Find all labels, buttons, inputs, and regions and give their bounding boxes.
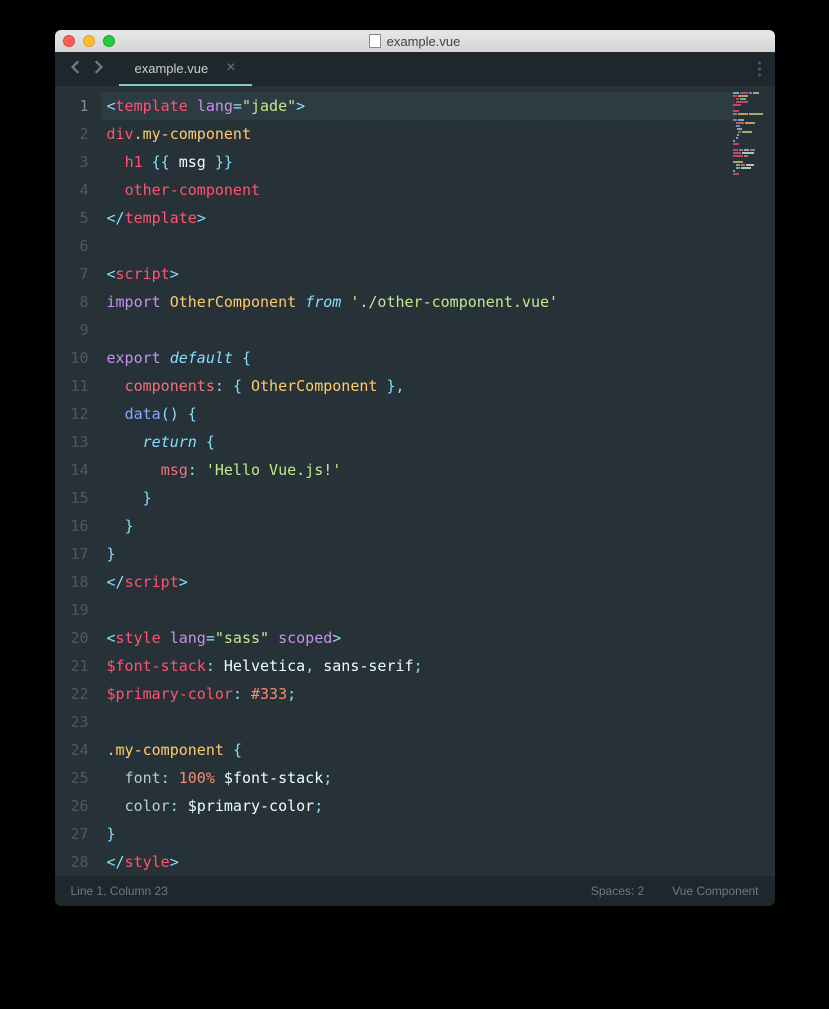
file-icon (369, 34, 381, 48)
line-number: 21 (55, 652, 101, 680)
code-content[interactable]: <template lang="jade">div.my-component h… (101, 86, 775, 876)
code-line[interactable]: } (107, 512, 775, 540)
tab-bar: example.vue × (55, 52, 775, 86)
code-line[interactable]: color: $primary-color; (107, 792, 775, 820)
code-line[interactable]: .my-component { (107, 736, 775, 764)
line-number: 2 (55, 120, 101, 148)
line-number: 22 (55, 680, 101, 708)
line-number: 11 (55, 372, 101, 400)
nav-arrows (63, 52, 111, 86)
status-bar: Line 1, Column 23 Spaces: 2 Vue Componen… (55, 876, 775, 906)
code-line[interactable]: export default { (107, 344, 775, 372)
line-number: 18 (55, 568, 101, 596)
line-number: 20 (55, 624, 101, 652)
code-line[interactable]: font: 100% $font-stack; (107, 764, 775, 792)
line-number: 16 (55, 512, 101, 540)
line-number: 9 (55, 316, 101, 344)
maximize-icon[interactable] (103, 35, 115, 47)
line-number: 7 (55, 260, 101, 288)
code-line[interactable]: </style> (107, 848, 775, 876)
code-line[interactable]: <template lang="jade"> (101, 92, 735, 120)
editor-window: example.vue example.vue × 12345678910111… (55, 30, 775, 906)
code-line[interactable] (107, 232, 775, 260)
line-number: 17 (55, 540, 101, 568)
tab-label: example.vue (135, 61, 209, 76)
nav-forward-icon[interactable] (93, 60, 103, 78)
code-line[interactable] (107, 708, 775, 736)
code-line[interactable]: </script> (107, 568, 775, 596)
minimap[interactable] (733, 92, 771, 152)
line-number: 6 (55, 232, 101, 260)
line-number: 15 (55, 484, 101, 512)
window-title: example.vue (55, 34, 775, 49)
tab-close-icon[interactable]: × (226, 59, 235, 77)
code-line[interactable]: data() { (107, 400, 775, 428)
line-number: 1 (55, 92, 101, 120)
window-title-text: example.vue (387, 34, 461, 49)
code-line[interactable]: h1 {{ msg }} (107, 148, 775, 176)
overflow-menu-icon[interactable] (758, 62, 761, 77)
line-number: 14 (55, 456, 101, 484)
line-number: 3 (55, 148, 101, 176)
code-line[interactable]: return { (107, 428, 775, 456)
code-line[interactable] (107, 316, 775, 344)
line-number: 27 (55, 820, 101, 848)
indent-setting[interactable]: Spaces: 2 (591, 884, 644, 898)
code-line[interactable]: other-component (107, 176, 775, 204)
line-gutter: 1234567891011121314151617181920212223242… (55, 86, 101, 876)
code-line[interactable]: div.my-component (107, 120, 775, 148)
code-line[interactable] (107, 596, 775, 624)
code-line[interactable]: <script> (107, 260, 775, 288)
line-number: 28 (55, 848, 101, 876)
code-line[interactable]: } (107, 820, 775, 848)
code-line[interactable]: $font-stack: Helvetica, sans-serif; (107, 652, 775, 680)
line-number: 12 (55, 400, 101, 428)
line-number: 8 (55, 288, 101, 316)
code-line[interactable]: } (107, 540, 775, 568)
line-number: 19 (55, 596, 101, 624)
line-number: 10 (55, 344, 101, 372)
nav-back-icon[interactable] (71, 60, 81, 78)
line-number: 13 (55, 428, 101, 456)
code-line[interactable]: $primary-color: #333; (107, 680, 775, 708)
minimize-icon[interactable] (83, 35, 95, 47)
syntax-mode[interactable]: Vue Component (672, 884, 758, 898)
cursor-position[interactable]: Line 1, Column 23 (71, 884, 168, 898)
code-line[interactable]: components: { OtherComponent }, (107, 372, 775, 400)
code-line[interactable]: import OtherComponent from './other-comp… (107, 288, 775, 316)
line-number: 26 (55, 792, 101, 820)
line-number: 25 (55, 764, 101, 792)
line-number: 24 (55, 736, 101, 764)
editor-area[interactable]: 1234567891011121314151617181920212223242… (55, 86, 775, 876)
tab-example-vue[interactable]: example.vue × (119, 52, 252, 86)
line-number: 4 (55, 176, 101, 204)
code-line[interactable]: </template> (107, 204, 775, 232)
close-icon[interactable] (63, 35, 75, 47)
line-number: 23 (55, 708, 101, 736)
line-number: 5 (55, 204, 101, 232)
titlebar[interactable]: example.vue (55, 30, 775, 52)
code-line[interactable]: msg: 'Hello Vue.js!' (107, 456, 775, 484)
traffic-lights (63, 35, 115, 47)
code-line[interactable]: <style lang="sass" scoped> (107, 624, 775, 652)
code-line[interactable]: } (107, 484, 775, 512)
